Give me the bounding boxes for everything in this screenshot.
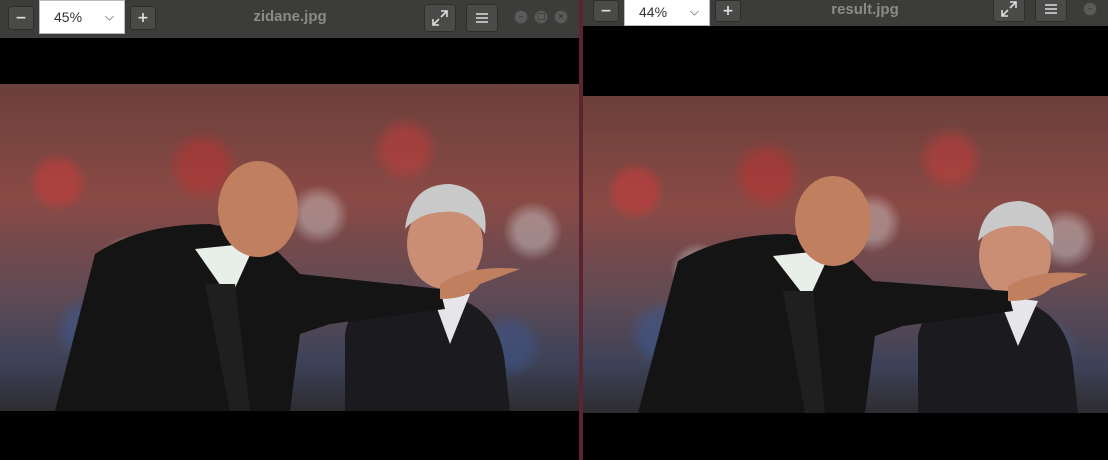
zoom-out-button[interactable]: −: [8, 6, 34, 30]
minimize-button[interactable]: –: [514, 10, 528, 24]
minimize-button[interactable]: –: [1083, 2, 1097, 16]
photo-illustration: [638, 176, 1088, 413]
image-display: [0, 84, 579, 411]
maximize-button[interactable]: □: [534, 10, 548, 24]
image-viewer-window-left: − 45% ⌵ + zidane.jpg – □ ×: [0, 0, 579, 460]
zoom-value: 45%: [54, 9, 83, 25]
image-display: [583, 96, 1108, 413]
menu-button[interactable]: [466, 4, 498, 32]
window-title: result.jpg: [831, 1, 899, 18]
fullscreen-button[interactable]: [993, 0, 1025, 22]
zoom-out-button[interactable]: −: [593, 0, 619, 22]
titlebar: − 44% ⌵ + result.jpg –: [583, 0, 1108, 26]
zoom-level-dropdown[interactable]: 45% ⌵: [39, 0, 125, 34]
zoom-in-button[interactable]: +: [130, 6, 156, 30]
photo-illustration: [55, 161, 520, 411]
hamburger-menu-icon: [476, 13, 488, 23]
zoom-in-button[interactable]: +: [715, 0, 741, 22]
zoom-level-dropdown[interactable]: 44% ⌵: [624, 0, 710, 26]
expand-icon: [432, 10, 448, 26]
menu-button[interactable]: [1035, 0, 1067, 22]
fullscreen-button[interactable]: [424, 4, 456, 32]
chevron-down-icon: ⌵: [104, 9, 114, 24]
zoom-value: 44%: [639, 4, 668, 20]
hamburger-menu-icon: [1045, 4, 1057, 14]
chevron-down-icon: ⌵: [689, 4, 699, 19]
window-title: zidane.jpg: [253, 8, 327, 25]
titlebar: − 45% ⌵ + zidane.jpg – □ ×: [0, 0, 579, 38]
expand-icon: [1001, 1, 1017, 17]
close-button[interactable]: ×: [554, 10, 568, 24]
image-viewer-window-right: − 44% ⌵ + result.jpg –: [583, 0, 1108, 460]
